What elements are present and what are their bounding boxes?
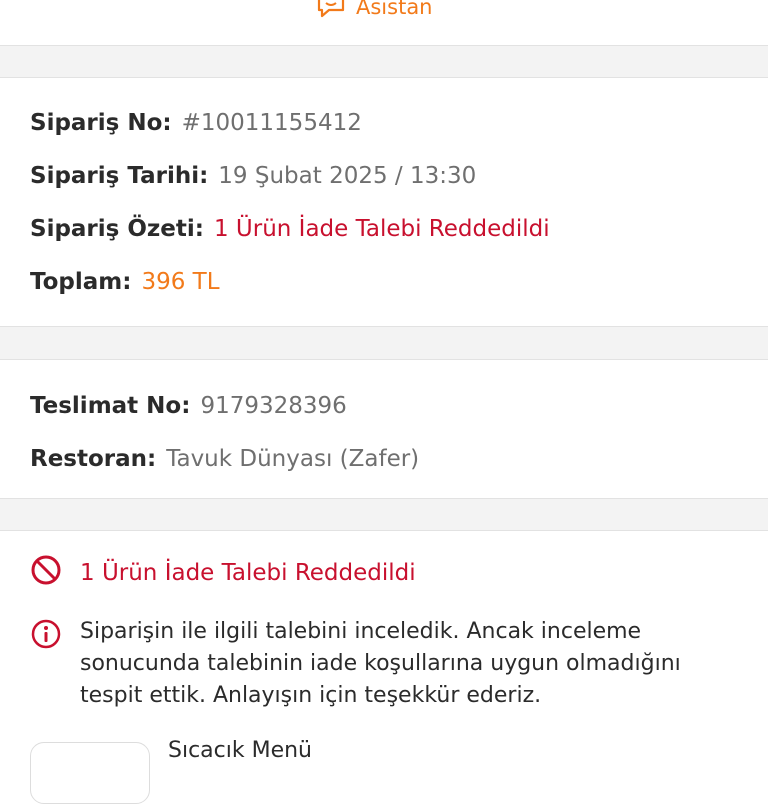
order-date-value: 19 Şubat 2025 / 13:30: [218, 163, 477, 189]
section-divider: [0, 326, 768, 360]
delivery-number-row: Teslimat No: 9179328396: [30, 391, 347, 421]
order-summary-value: 1 Ürün İade Talebi Reddedildi: [213, 216, 550, 242]
order-date-row: Sipariş Tarihi: 19 Şubat 2025 / 13:30: [30, 161, 476, 191]
order-number-label: Sipariş No:: [30, 110, 172, 136]
refund-status-text: 1 Ürün İade Talebi Reddedildi: [80, 560, 416, 586]
delivery-number-value: 9179328396: [200, 393, 347, 419]
restaurant-row: Restoran: Tavuk Dünyası (Zafer): [30, 444, 419, 474]
chat-bubble-icon: [316, 0, 346, 20]
prohibited-icon: [30, 554, 62, 592]
refund-status: 1 Ürün İade Talebi Reddedildi: [30, 554, 416, 592]
refund-info: Siparişin ile ilgili talebini inceledik.…: [30, 616, 750, 712]
refund-info-text: Siparişin ile ilgili talebini inceledik.…: [80, 619, 681, 708]
order-number-value: #10011155412: [181, 110, 362, 136]
order-date-label: Sipariş Tarihi:: [30, 163, 209, 189]
delivery-number-label: Teslimat No:: [30, 393, 191, 419]
product-name: Sıcacık Menü: [168, 738, 312, 763]
restaurant-value: Tavuk Dünyası (Zafer): [166, 446, 420, 472]
top-bar: Asistan: [0, 0, 768, 45]
section-divider: [0, 45, 768, 78]
order-summary-label: Sipariş Özeti:: [30, 216, 204, 242]
order-number-row: Sipariş No: #10011155412: [30, 108, 362, 138]
section-divider: [0, 498, 768, 531]
restaurant-label: Restoran:: [30, 446, 157, 472]
product-thumbnail[interactable]: [30, 742, 150, 804]
info-icon: [30, 618, 62, 712]
order-total-label: Toplam:: [30, 269, 132, 295]
order-summary-row: Sipariş Özeti: 1 Ürün İade Talebi Redded…: [30, 214, 550, 244]
order-total-row: Toplam: 396 TL: [30, 267, 220, 297]
assistant-label: Asistan: [356, 0, 433, 19]
assistant-button[interactable]: Asistan: [316, 0, 433, 22]
order-total-value: 396 TL: [141, 269, 220, 295]
